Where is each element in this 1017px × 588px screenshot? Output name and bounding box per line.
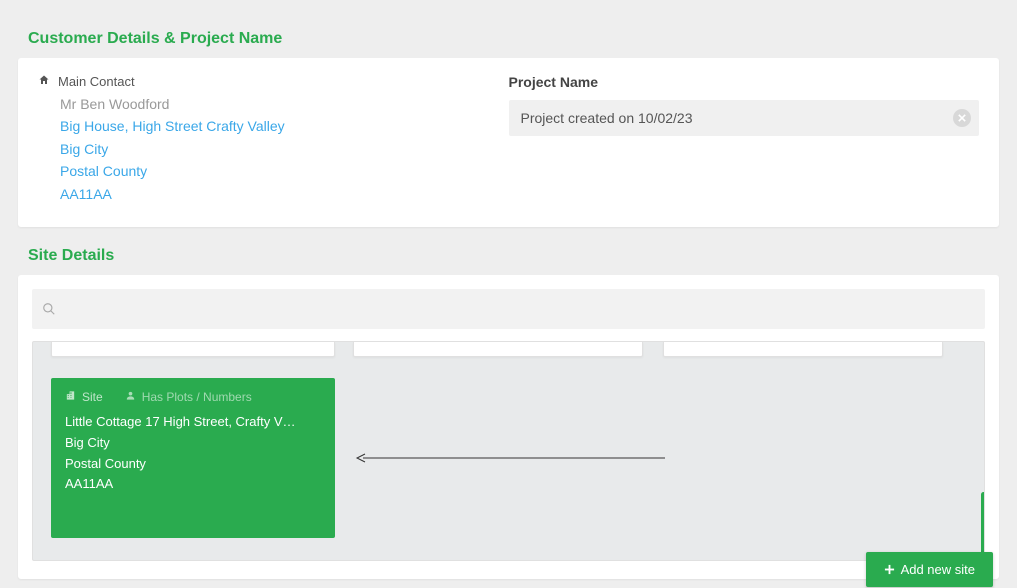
site-address1: Little Cottage 17 High Street, Crafty V…: [65, 412, 321, 433]
section-title-site: Site Details: [28, 247, 999, 265]
clear-icon[interactable]: [953, 109, 971, 127]
annotation-arrow: [355, 450, 667, 460]
scrollbar-vertical[interactable]: [981, 492, 985, 556]
home-icon: [38, 74, 50, 89]
project-name-input[interactable]: [509, 100, 980, 136]
plots-label: Has Plots / Numbers: [142, 390, 252, 404]
contact-city[interactable]: Big City: [60, 138, 509, 160]
contact-county[interactable]: Postal County: [60, 160, 509, 182]
building-icon: [65, 390, 76, 404]
site-card-ghost: [51, 342, 335, 357]
contact-address1[interactable]: Big House, High Street Crafty Valley: [60, 115, 509, 137]
add-new-site-label: Add new site: [901, 562, 975, 577]
main-contact-label: Main Contact: [58, 74, 135, 89]
site-tile-selected[interactable]: Site Has Plots / Numbers Little Cottage …: [51, 378, 335, 538]
site-search-input[interactable]: [32, 289, 985, 329]
main-contact-block: Main Contact Mr Ben Woodford Big House, …: [38, 74, 509, 205]
site-label: Site: [82, 390, 103, 404]
customer-details-card: Main Contact Mr Ben Woodford Big House, …: [18, 58, 999, 227]
site-details-card: Site Has Plots / Numbers Little Cottage …: [18, 275, 999, 579]
project-name-block: Project Name: [509, 74, 980, 205]
contact-postcode[interactable]: AA11AA: [60, 183, 509, 205]
site-canvas: Site Has Plots / Numbers Little Cottage …: [32, 341, 985, 561]
search-icon: [42, 302, 56, 316]
add-new-site-button[interactable]: Add new site: [866, 552, 993, 587]
site-card-ghost: [353, 342, 643, 357]
project-name-label: Project Name: [509, 74, 980, 90]
contact-name: Mr Ben Woodford: [60, 93, 509, 115]
person-icon: [125, 390, 136, 404]
section-title-customer: Customer Details & Project Name: [28, 30, 999, 48]
site-county: Postal County: [65, 454, 321, 475]
site-city: Big City: [65, 433, 321, 454]
site-card-ghost: [663, 342, 943, 357]
site-postcode: AA11AA: [65, 474, 321, 495]
